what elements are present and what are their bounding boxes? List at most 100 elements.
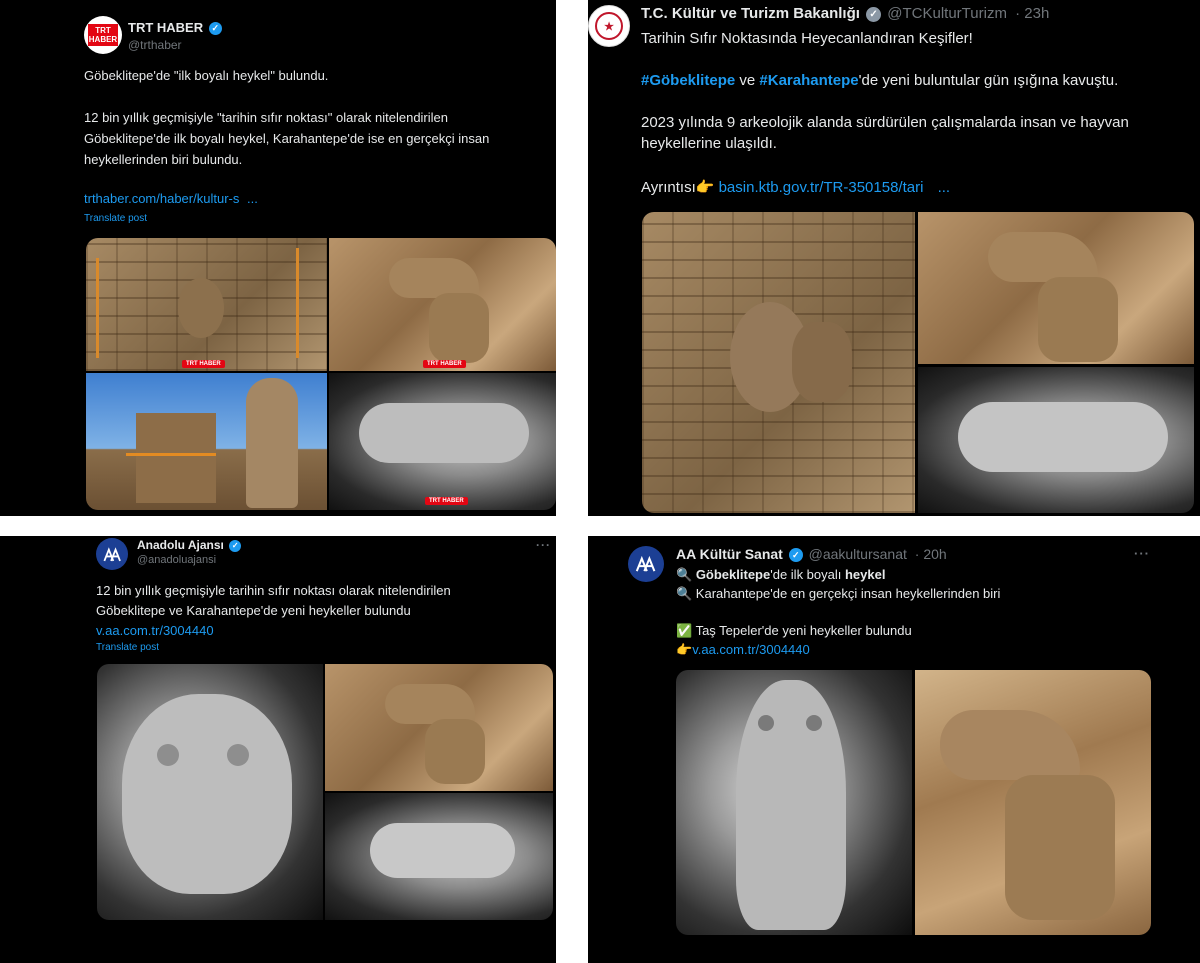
author-name-text: TRT HABER [128,20,204,35]
tweet-link[interactable]: trthaber.com/haber/kultur-s [84,191,239,206]
trt-watermark: TRT HABER [182,360,225,368]
vulture-body-shape [429,293,489,363]
author-name[interactable]: T.C. Kültür ve Turizm Bakanlığı [641,5,860,22]
photo-relief-wall[interactable] [642,212,915,513]
trt-haber-logo-icon: TRT HABER [87,23,119,47]
detail-label: Ayrıntısı👉 [641,179,715,196]
photo-human-statue-sky[interactable] [86,373,327,510]
photo-bw-statue-lying[interactable] [325,793,553,920]
photo-excavation-wall[interactable]: TRT HABER [86,238,327,371]
vulture-body-shape [425,719,485,784]
tweet-text-line: Göbeklitepe'de ilk boyalı heykel, Karaha… [84,131,490,146]
tweet-aa-kultur-sanat: AA Kültür Sanat ✓ @aakultursanat · 20h ·… [588,536,1200,963]
tweet-text-line: Göbeklitepe ve Karahantepe'de yeni heyke… [96,603,411,618]
bold-text: Göbeklitepe [695,567,771,582]
text-fragment: ve [735,72,760,89]
aa-logo-icon [103,547,121,562]
vulture-body-shape [1038,277,1118,362]
photo-vulture-statue[interactable] [918,212,1194,364]
photo-bw-human-statue[interactable] [676,670,912,935]
verified-badge-icon: ✓ [788,548,803,563]
tweet-text-line: Göbeklitepe'de "ilk boyalı heykel" bulun… [84,68,329,83]
tweet-trt-haber: TRT HABER TRT HABER ✓ @trthaber Göbeklit… [0,0,556,516]
author-handle[interactable]: @anadoluajansi [137,554,216,566]
author-name[interactable]: TRT HABER ✓ [128,20,222,36]
rope [126,453,216,456]
more-options-icon[interactable]: ··· [1134,546,1150,561]
verified-badge-icon: ✓ [229,539,242,552]
ministry-seal-icon: ★ [595,12,623,40]
tweet-text-line: 12 bin yıllık geçmişiyle "tarihin sıfır … [84,110,448,125]
vulture-head-shape [940,710,1080,780]
tweet-text-line: 🔍 Karahantepe'de en gerçekçi insan heyke… [676,586,1001,601]
translate-post-link[interactable]: Translate post [84,213,147,224]
author-name[interactable]: AA Kültür Sanat [676,546,783,562]
magnifier-icon: 🔍 [676,567,693,582]
post-time[interactable]: · 20h [915,546,947,562]
lying-statue-shape [359,403,529,463]
tweet-detail-row: Ayrıntısı👉 basin.ktb.gov.tr/TR-350158/ta… [641,178,950,196]
vulture-head-shape [389,258,479,298]
avatar[interactable]: TRT HABER [84,16,122,54]
lying-statue-shape [370,823,515,878]
eye-shape [758,715,774,731]
photo-bw-statue-lying[interactable]: TRT HABER [329,373,556,510]
verified-badge-icon: ✓ [208,22,222,36]
author-handle[interactable]: @TCKulturTurizm [887,5,1007,22]
aa-logo-icon [636,556,656,572]
photo-vulture-statue[interactable] [915,670,1151,935]
scaffold-pole [296,248,299,358]
post-time[interactable]: · 23h [1015,5,1049,22]
statue-relief-shape [792,322,852,402]
author-handle[interactable]: @trthaber [128,38,182,52]
text-fragment: 'de ilk boyalı [770,567,845,582]
author-name-row: AA Kültür Sanat ✓ @aakultursanat · 20h [676,546,947,563]
tweet-text-line: heykellerinden biri bulundu. [84,152,243,167]
scaffold-pole [96,258,99,358]
human-statue-shape [246,378,298,508]
verified-badge-icon: ✓ [866,6,882,22]
vulture-head-shape [988,232,1098,282]
hashtag-gobeklitepe[interactable]: #Göbeklitepe [641,72,735,89]
author-name[interactable]: Anadolu Ajansı [137,538,224,552]
hashtag-karahantepe[interactable]: #Karahantepe [759,72,858,89]
tweet-link[interactable]: basin.ktb.gov.tr/TR-350158/tari [719,179,924,196]
link-ellipsis: ... [246,191,258,206]
trt-watermark: TRT HABER [423,360,466,368]
photo-bw-statue-lying[interactable] [918,367,1194,513]
eye-shape [227,744,249,766]
author-handle[interactable]: @aakultursanat [809,546,907,562]
photo-bw-human-face[interactable] [97,664,323,920]
text-fragment: 'de yeni buluntular gün ışığına kavuştu. [858,72,1119,89]
trt-watermark: TRT HABER [425,497,468,505]
pointing-hand-icon: 👉 [676,642,693,657]
statue-relief-shape [178,278,224,338]
stone-block [136,413,216,503]
more-options-icon[interactable]: ··· [536,538,551,552]
tweet-text-line: ✅ Taş Tepeler'de yeni heykeller bulundu [676,623,912,638]
tweet-link[interactable]: v.aa.com.tr/3004440 [96,623,214,638]
tweet-link[interactable]: v.aa.com.tr/3004440 [692,642,810,657]
eye-shape [157,744,179,766]
vulture-head-shape [385,684,475,724]
avatar[interactable]: ★ [588,5,630,47]
photo-vulture-statue[interactable] [325,664,553,791]
eye-shape [806,715,822,731]
human-face-shape [122,694,292,894]
tweet-text-line: 2023 yılında 9 arkeolojik alanda sürdürü… [641,114,1129,131]
tweet-kultur-turizm: ★ T.C. Kültür ve Turizm Bakanlığı ✓ @TCK… [588,0,1200,516]
tweet-text-line: #Göbeklitepe ve #Karahantepe'de yeni bul… [641,72,1118,89]
translate-post-link[interactable]: Translate post [96,642,159,653]
vulture-body-shape [1005,775,1115,920]
avatar[interactable] [96,538,128,570]
tweet-link-row: 👉v.aa.com.tr/3004440 [676,642,810,658]
author-name-row: T.C. Kültür ve Turizm Bakanlığı ✓ @TCKul… [641,5,1049,22]
photo-vulture-statue[interactable]: TRT HABER [329,238,556,371]
human-statue-shape [736,680,846,930]
link-ellipsis: ... [937,179,951,196]
tweet-text-line: 12 bin yıllık geçmişiyle tarihin sıfır n… [96,583,451,598]
tweet-text-line: heykellerine ulaşıldı. [641,135,777,152]
lying-statue-shape [958,402,1168,472]
avatar[interactable] [628,546,664,582]
tweet-text-line: 🔍 Göbeklitepe'de ilk boyalı heykel [676,567,885,583]
